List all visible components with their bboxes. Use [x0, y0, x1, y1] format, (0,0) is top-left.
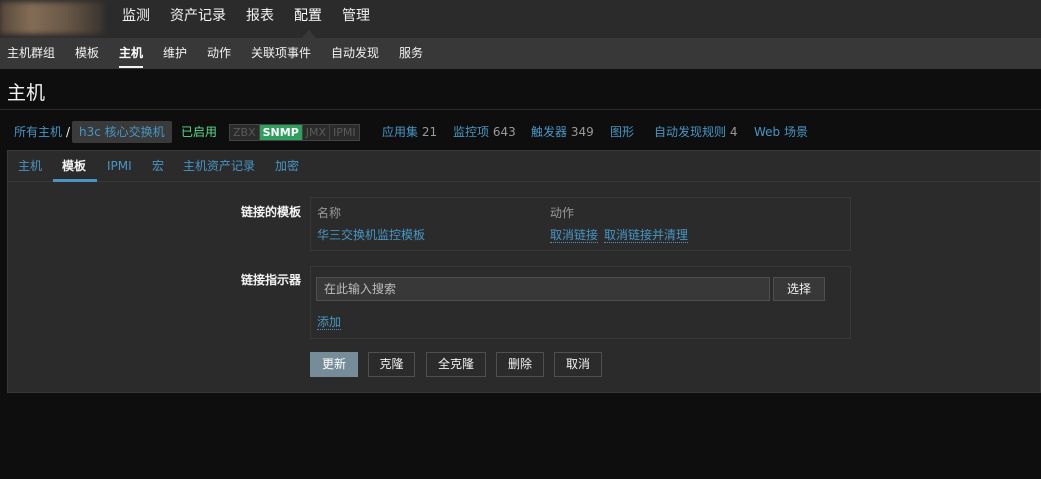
tab-inventory[interactable]: 主机资产记录 [183, 151, 255, 182]
host-form-tabs: 主机 模板 IPMI 宏 主机资产记录 加密 [8, 151, 1040, 182]
nav-web-scenarios-label[interactable]: Web 场景 [754, 125, 808, 139]
availability-jmx: JMX [301, 125, 330, 140]
add-template-action[interactable]: 添加 [317, 313, 342, 330]
unlink-and-clear-action[interactable]: 取消链接并清理 [604, 226, 689, 243]
nav-discovery-rules-count: 4 [729, 125, 738, 139]
column-action-header: 动作 [550, 206, 575, 220]
sub-navigation: 主机群组 模板 主机 维护 动作 关联项事件 自动发现 服务 [0, 39, 1041, 69]
tab-templates[interactable]: 模板 [62, 151, 86, 182]
breadcrumb-separator: / [66, 125, 71, 139]
nav-applications-count: 21 [421, 125, 438, 139]
title-divider [0, 109, 1041, 110]
select-template-button[interactable]: 选择 [773, 277, 825, 301]
nav-applications-label[interactable]: 应用集 [382, 125, 418, 139]
unlink-link[interactable]: 取消链接 [550, 228, 599, 243]
availability-zbx: ZBX [230, 125, 259, 140]
linked-template-name[interactable]: 华三交换机监控模板 [317, 226, 425, 243]
tab-ipmi[interactable]: IPMI [107, 151, 132, 182]
topnav-reports[interactable]: 报表 [246, 0, 274, 33]
topnav-administration[interactable]: 管理 [342, 0, 370, 33]
availability-snmp: SNMP [258, 125, 302, 140]
subnav-active-underline [119, 66, 143, 68]
link-indicator-label: 链接指示器 [240, 273, 301, 287]
unlink-and-clear-link[interactable]: 取消链接并清理 [604, 228, 689, 243]
nav-triggers[interactable]: 触发器 349 [531, 125, 594, 139]
linked-templates-label: 链接的模板 [240, 205, 301, 219]
top-navigation: 监测 资产记录 报表 配置 管理 [0, 0, 1041, 39]
nav-items-label[interactable]: 监控项 [453, 125, 489, 139]
link-indicator-box: 在此输入搜索 选择 添加 [310, 266, 851, 339]
tab-host[interactable]: 主机 [18, 151, 42, 182]
subnav-maintenance[interactable]: 维护 [163, 39, 187, 69]
subnav-services[interactable]: 服务 [399, 39, 423, 69]
linked-templates-table: 名称 动作 华三交换机监控模板 取消链接 取消链接并清理 [310, 197, 851, 251]
template-search-input[interactable]: 在此输入搜索 [316, 277, 770, 301]
active-menu-caret-icon [301, 30, 317, 39]
breadcrumb-host-name[interactable]: h3c 核心交换机 [72, 121, 172, 143]
subnav-templates[interactable]: 模板 [75, 39, 99, 69]
nav-discovery-rules-label[interactable]: 自动发现规则 [654, 125, 726, 139]
nav-items[interactable]: 监控项 643 [453, 125, 516, 139]
page-title: 主机 [7, 82, 46, 104]
zabbix-logo[interactable] [0, 2, 104, 34]
availability-ipmi: IPMI [329, 125, 359, 140]
add-template-link[interactable]: 添加 [317, 315, 342, 330]
subnav-hosts[interactable]: 主机 [119, 39, 143, 69]
nav-discovery-rules[interactable]: 自动发现规则 4 [654, 125, 737, 139]
nav-graphs-label[interactable]: 图形 [610, 125, 634, 139]
subnav-discovery[interactable]: 自动发现 [331, 39, 379, 69]
host-status-enabled[interactable]: 已启用 [181, 125, 217, 139]
tab-encryption[interactable]: 加密 [275, 151, 299, 182]
subnav-host-groups[interactable]: 主机群组 [7, 39, 55, 69]
subnav-correlation[interactable]: 关联项事件 [251, 39, 311, 69]
cancel-button[interactable]: 取消 [554, 352, 602, 377]
clone-button[interactable]: 克隆 [368, 352, 415, 377]
breadcrumb-all-hosts[interactable]: 所有主机 [14, 125, 62, 139]
nav-triggers-label[interactable]: 触发器 [531, 125, 567, 139]
unlink-action[interactable]: 取消链接 [550, 226, 599, 243]
column-name-header: 名称 [317, 206, 342, 220]
availability-indicators: ZBX SNMP JMX IPMI [229, 124, 360, 141]
tab-macros[interactable]: 宏 [152, 151, 164, 182]
delete-button[interactable]: 删除 [496, 352, 544, 377]
active-tab-underline [53, 179, 97, 182]
nav-applications[interactable]: 应用集 21 [382, 125, 437, 139]
topnav-configuration[interactable]: 配置 [294, 0, 322, 33]
full-clone-button[interactable]: 全克隆 [426, 352, 486, 377]
nav-triggers-count: 349 [570, 125, 594, 139]
update-button[interactable]: 更新 [310, 352, 358, 377]
topnav-monitoring[interactable]: 监测 [122, 0, 150, 33]
nav-web-scenarios[interactable]: Web 场景 [754, 125, 808, 139]
nav-graphs[interactable]: 图形 [610, 125, 634, 139]
topnav-inventory[interactable]: 资产记录 [170, 0, 226, 33]
subnav-actions[interactable]: 动作 [207, 39, 231, 69]
nav-items-count: 643 [492, 125, 516, 139]
